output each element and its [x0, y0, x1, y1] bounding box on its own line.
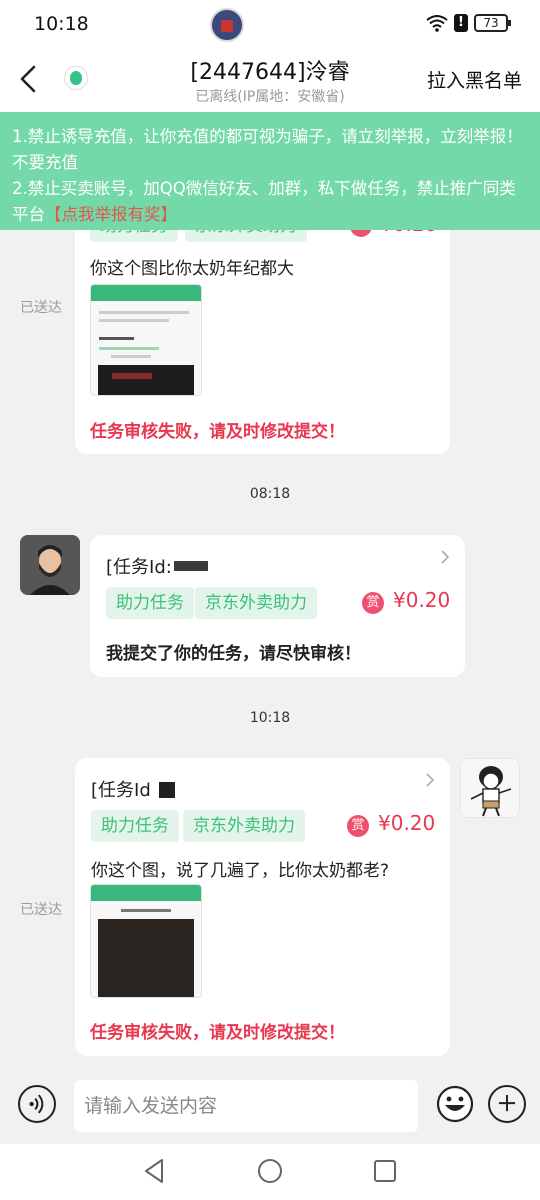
tag-jd-delivery: 京东外卖助力 — [183, 810, 305, 842]
thumb-line — [99, 311, 189, 314]
thumb-line — [111, 355, 151, 358]
reward-amount: ¥0.20 — [378, 811, 436, 835]
screenshot-thumbnail[interactable] — [90, 884, 202, 998]
report-link[interactable]: 【点我举报有奖】 — [45, 205, 177, 224]
screenshot-thumbnail[interactable] — [90, 284, 202, 396]
review-failed-text: 任务审核失败，请及时修改提交！ — [90, 422, 345, 442]
tag-assist-task: 助力任务 — [91, 810, 179, 842]
system-nav-bar — [0, 1144, 540, 1200]
nav-recents-icon[interactable] — [373, 1159, 397, 1183]
nav-back-icon[interactable] — [142, 1158, 166, 1184]
warning-banner: 1.禁止诱导充值，让你充值的都可视为骗子，请立刻举报，立刻举报！不要充值 2.禁… — [0, 112, 540, 230]
input-bar — [0, 1072, 540, 1144]
thumb-line — [99, 347, 159, 350]
chevron-right-icon[interactable] — [439, 549, 451, 565]
review-failed-text: 任务审核失败，请及时修改提交！ — [90, 1023, 345, 1043]
chevron-right-icon[interactable] — [424, 772, 436, 788]
my-avatar[interactable] — [460, 758, 520, 818]
message-card-1[interactable]: 助力任务 京东外卖助力 赏 ¥0.20 你这个图比你太奶年纪都大 任务审核失败，… — [75, 200, 450, 454]
alert-icon: ! — [454, 14, 468, 32]
person-avatar-icon — [20, 535, 80, 595]
redacted-block — [174, 561, 208, 571]
thumb-topbar — [91, 285, 201, 301]
tag-jd-delivery: 京东外卖助力 — [195, 587, 317, 619]
reward-amount: ¥0.20 — [393, 588, 451, 612]
thumb-line — [99, 319, 169, 322]
message-input[interactable] — [74, 1080, 418, 1132]
nav-home-icon[interactable] — [257, 1158, 283, 1184]
task-id-text: [任务Id — [91, 780, 151, 801]
status-time: 10:18 — [34, 13, 89, 35]
notification-app-icon — [210, 8, 244, 42]
status-indicators: ! 73 — [426, 14, 511, 32]
warning-line-1: 1.禁止诱导充值，让你充值的都可视为骗子，请立刻举报，立刻举报！不要充值 — [12, 127, 523, 172]
voice-icon[interactable] — [18, 1085, 56, 1123]
reward-icon: 赏 — [347, 815, 369, 837]
thumb-line — [99, 337, 134, 340]
thumb-topbar — [91, 885, 201, 901]
reward-icon: 赏 — [362, 592, 384, 614]
thumb-dark-area — [98, 365, 194, 395]
contact-avatar[interactable] — [20, 535, 80, 595]
battery-icon: 73 — [474, 14, 511, 32]
message-text: 我提交了你的任务，请尽快审核！ — [106, 644, 361, 664]
redacted-block — [159, 782, 175, 798]
wifi-icon — [426, 15, 448, 32]
task-id-text: [任务Id: — [106, 557, 172, 578]
blacklist-button[interactable]: 拉入黑名单 — [427, 66, 522, 93]
thumb-red-strip — [112, 373, 152, 379]
time-separator: 10:18 — [249, 710, 291, 726]
status-bar: 10:18 ! 73 — [0, 0, 540, 50]
message-card-2[interactable]: [任务Id: 助力任务 京东外卖助力 赏 ¥0.20 我提交了你的任务，请尽快审… — [90, 535, 465, 677]
chat-header: [2447644]泠睿 已离线(IP属地：安徽省) 拉入黑名单 — [0, 50, 540, 112]
delivered-status: 已送达 — [20, 300, 62, 316]
thumb-line — [121, 909, 171, 912]
thumb-dark-area — [98, 919, 194, 997]
message-text: 你这个图，说了几遍了，比你太奶都老? — [91, 861, 390, 881]
cartoon-avatar-icon — [461, 759, 519, 817]
time-separator: 08:18 — [249, 486, 291, 502]
plus-icon[interactable] — [488, 1085, 526, 1123]
message-card-3[interactable]: [任务Id 助力任务 京东外卖助力 赏 ¥0.20 你这个图，说了几遍了，比你太… — [75, 758, 450, 1056]
message-text: 你这个图比你太奶年纪都大 — [90, 259, 294, 279]
warning-line-2: 2.禁止买卖账号，加QQ微信好友、加群，私下做任务，禁止推广同类平台【点我举报有… — [12, 176, 528, 228]
delivered-status: 已送达 — [20, 902, 62, 918]
emoji-icon[interactable] — [436, 1085, 474, 1123]
tag-assist-task: 助力任务 — [106, 587, 194, 619]
